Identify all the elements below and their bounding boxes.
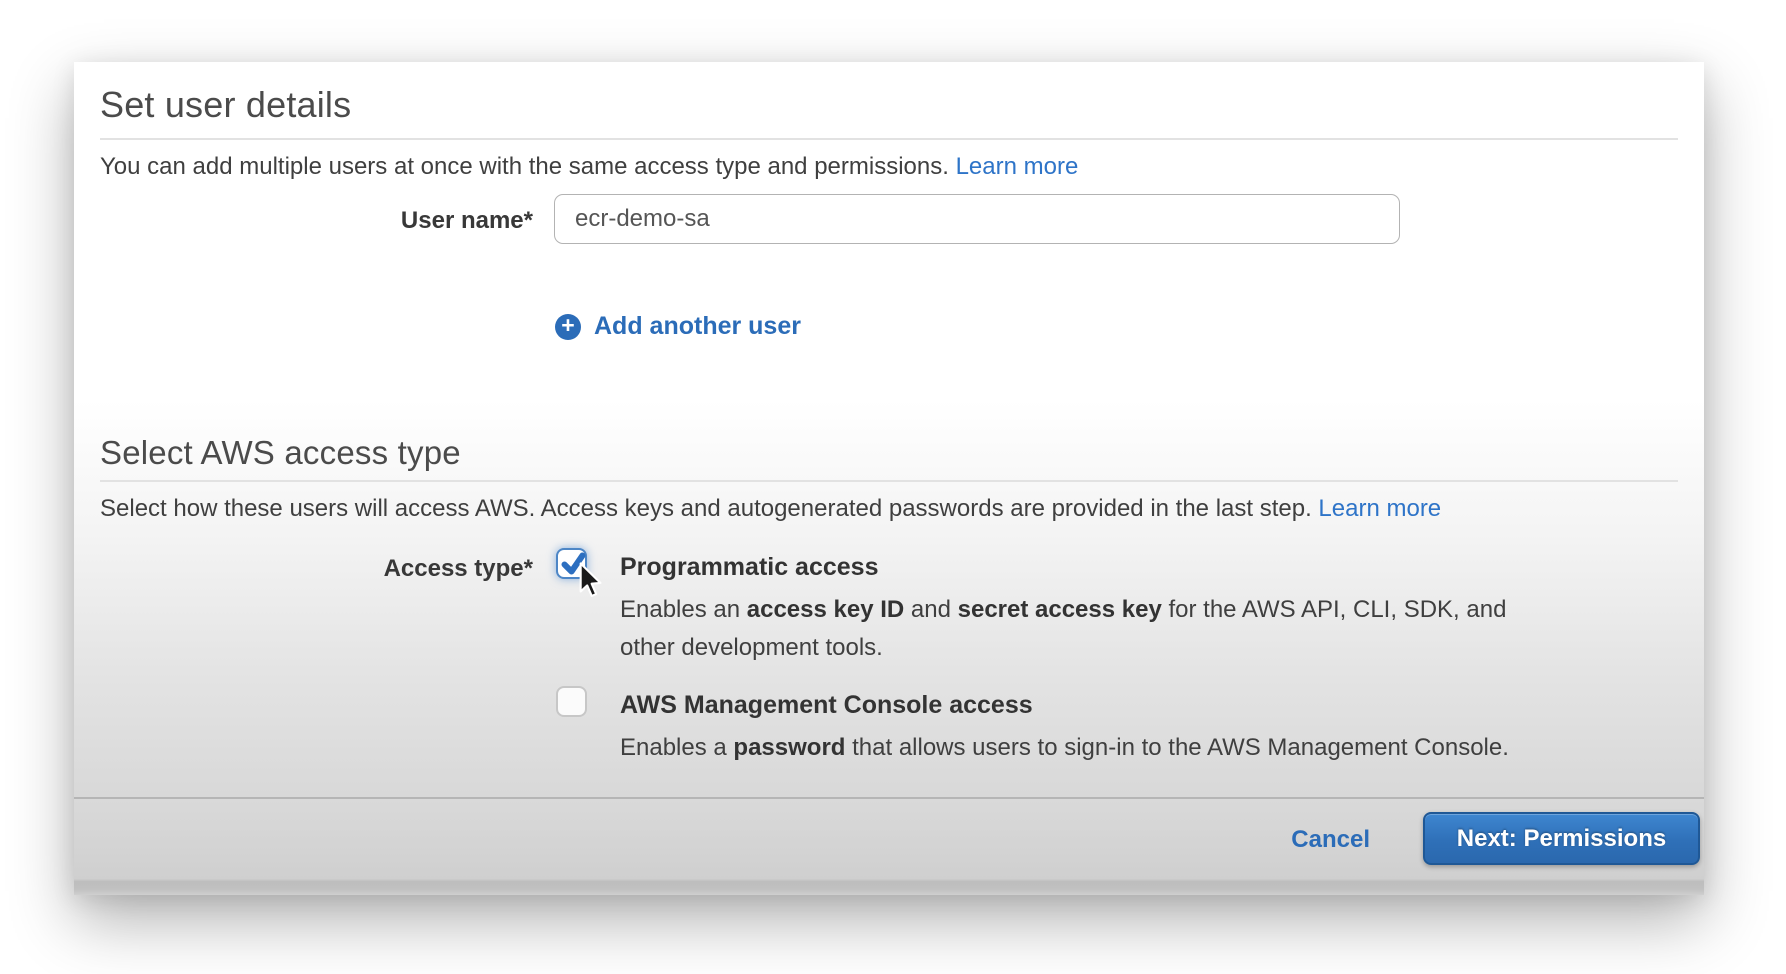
plus-icon: + <box>555 314 581 340</box>
next-permissions-button[interactable]: Next: Permissions <box>1423 812 1700 865</box>
add-another-user-label: Add another user <box>594 312 801 341</box>
add-user-panel: Set user details You can add multiple us… <box>74 62 1704 895</box>
section-title-user-details: Set user details <box>100 84 351 126</box>
description-bold: password <box>733 734 845 761</box>
divider <box>100 138 1678 140</box>
description-bold: access key ID <box>747 596 904 623</box>
section-title-access-type: Select AWS access type <box>100 434 461 472</box>
description-bold: secret access key <box>958 596 1162 623</box>
learn-more-link-access-type[interactable]: Learn more <box>1318 495 1441 522</box>
programmatic-access-option: Programmatic access Enables an access ke… <box>620 551 1506 667</box>
add-another-user-link[interactable]: + Add another user <box>555 312 801 341</box>
console-access-checkbox[interactable] <box>556 686 587 717</box>
wizard-footer: Cancel Next: Permissions <box>74 797 1704 895</box>
console-access-description: Enables a password that allows users to … <box>620 729 1509 767</box>
description-text: Enables a <box>620 734 733 761</box>
user-name-label: User name* <box>100 205 533 236</box>
console-access-title: AWS Management Console access <box>620 689 1509 721</box>
access-type-description: Select how these users will access AWS. … <box>100 494 1441 524</box>
console-access-option: AWS Management Console access Enables a … <box>620 689 1509 767</box>
description-text: for the AWS API, CLI, SDK, and <box>1162 596 1507 623</box>
description-text: Enables an <box>620 596 747 623</box>
access-type-label: Access type* <box>100 553 533 584</box>
programmatic-access-description: Enables an access key ID and secret acce… <box>620 591 1506 667</box>
description-text: other development tools. <box>620 634 883 661</box>
divider <box>100 480 1678 482</box>
programmatic-access-checkbox[interactable] <box>556 548 587 579</box>
description-text: Select how these users will access AWS. … <box>100 495 1312 522</box>
cancel-button[interactable]: Cancel <box>1291 826 1370 854</box>
description-text: You can add multiple users at once with … <box>100 153 949 180</box>
panel-content: Set user details You can add multiple us… <box>74 62 1704 797</box>
description-text: that allows users to sign-in to the AWS … <box>845 734 1508 761</box>
programmatic-access-title: Programmatic access <box>620 551 1506 583</box>
check-icon <box>558 548 589 579</box>
description-text: and <box>904 596 957 623</box>
learn-more-link-user-details[interactable]: Learn more <box>956 153 1079 180</box>
user-details-description: You can add multiple users at once with … <box>100 152 1078 182</box>
user-name-input[interactable] <box>554 194 1400 244</box>
